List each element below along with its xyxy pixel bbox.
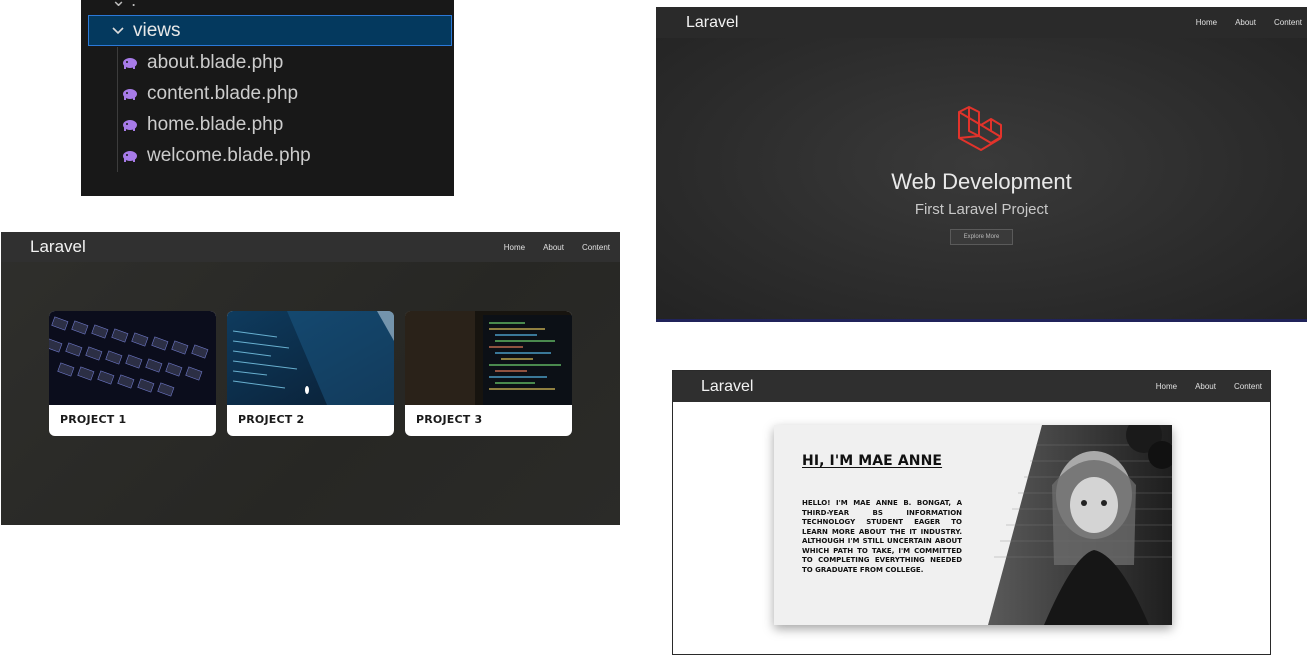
nav-content-link[interactable]: Content: [1234, 382, 1262, 391]
navbar-brand[interactable]: Laravel: [686, 14, 738, 32]
php-elephant-icon: [123, 57, 137, 69]
chevron-down-icon: [112, 26, 124, 34]
nav-about-link[interactable]: About: [543, 243, 564, 252]
navbar: Laravel Home About Content: [673, 371, 1270, 402]
nav-links: Home About Content: [504, 243, 610, 252]
file-about-blade[interactable]: about.blade.php: [121, 47, 283, 78]
nav-content-link[interactable]: Content: [1274, 18, 1302, 27]
project-title: PROJECT 3: [416, 413, 483, 426]
nav-home-link[interactable]: Home: [1196, 18, 1217, 27]
nav-home-link[interactable]: Home: [504, 243, 525, 252]
navbar-brand[interactable]: Laravel: [30, 237, 86, 257]
file-label: content.blade.php: [147, 82, 299, 104]
file-home-blade[interactable]: home.blade.php: [121, 109, 283, 140]
navbar-brand[interactable]: Laravel: [701, 378, 753, 396]
navbar: Laravel Home About Content: [1, 232, 620, 262]
navbar: Laravel Home About Content: [656, 7, 1307, 38]
php-elephant-icon: [123, 150, 137, 162]
php-elephant-icon: [123, 119, 137, 131]
cut-off-row: ⌄ .: [111, 0, 137, 10]
project-card-3[interactable]: PROJECT 3: [405, 311, 572, 436]
nav-content-link[interactable]: Content: [582, 243, 610, 252]
vscode-explorer-panel: ⌄ . views about.blade.php content.blade.…: [81, 0, 454, 196]
about-heading: HI, I'M MAE ANNE: [802, 453, 943, 469]
nav-links: Home About Content: [1196, 18, 1302, 27]
about-bio: HELLO! I'M MAE ANNE B. BONGAT, A THIRD-Y…: [802, 499, 962, 574]
project-title: PROJECT 1: [60, 413, 127, 426]
file-welcome-blade[interactable]: welcome.blade.php: [121, 140, 311, 171]
about-page-screenshot: Laravel Home About Content HI, I'M MAE A…: [672, 370, 1271, 655]
project-title: PROJECT 2: [238, 413, 305, 426]
about-card: HI, I'M MAE ANNE HELLO! I'M MAE ANNE B. …: [774, 425, 1172, 625]
nav-about-link[interactable]: About: [1195, 382, 1216, 391]
indent-guide: [117, 47, 118, 172]
nav-about-link[interactable]: About: [1235, 18, 1256, 27]
keyboard-image: [49, 311, 216, 405]
file-label: home.blade.php: [147, 113, 284, 135]
content-page-screenshot: Laravel Home About Content PROJECT 1 PRO…: [1, 232, 620, 525]
explore-more-button[interactable]: Explore More: [950, 229, 1013, 245]
nav-links: Home About Content: [1156, 382, 1262, 391]
home-page-screenshot: Laravel Home About Content Web Developme…: [656, 7, 1307, 322]
bottom-strip: [656, 319, 1307, 322]
folder-views[interactable]: views: [88, 15, 452, 46]
project-card-2[interactable]: PROJECT 2: [227, 311, 394, 436]
nav-home-link[interactable]: Home: [1156, 382, 1177, 391]
hero-subtitle: First Laravel Project: [914, 201, 1049, 218]
php-elephant-icon: [123, 88, 137, 100]
folder-label: views: [133, 19, 181, 41]
file-content-blade[interactable]: content.blade.php: [121, 78, 298, 109]
hero-title: Web Development: [891, 169, 1072, 194]
file-label: about.blade.php: [147, 51, 284, 73]
code-screen-image: [227, 311, 394, 405]
project-card-1[interactable]: PROJECT 1: [49, 311, 216, 436]
laravel-logo-icon: [958, 106, 1002, 151]
file-label: welcome.blade.php: [147, 144, 311, 166]
monitor-code-image: [405, 311, 572, 405]
